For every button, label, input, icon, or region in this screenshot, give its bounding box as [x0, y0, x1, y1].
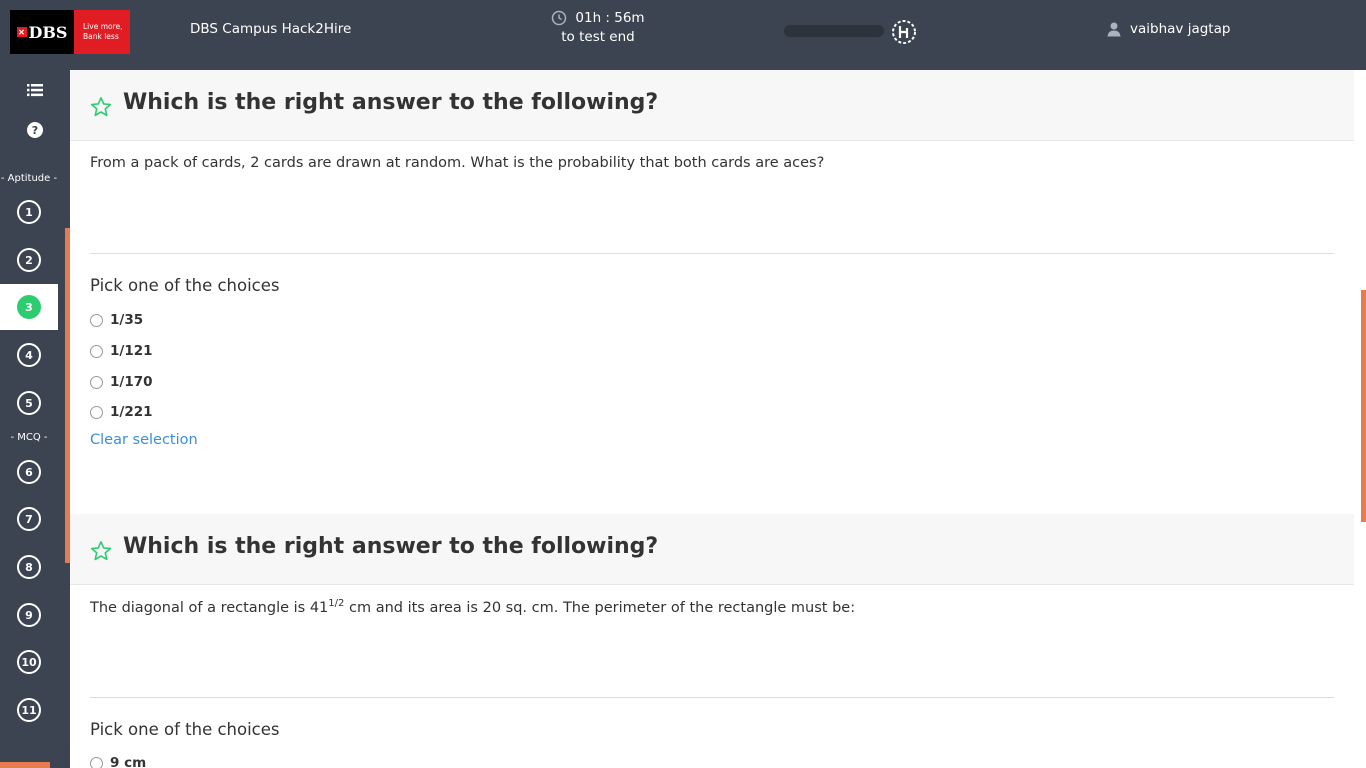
hackerearth-icon[interactable]: [891, 19, 917, 45]
question-nav-9[interactable]: 9: [0, 592, 58, 638]
logo-tagline-line-1: Live more,: [83, 22, 123, 31]
svg-text:?: ?: [32, 124, 38, 137]
choice-option[interactable]: 1/221: [90, 404, 153, 420]
question-header: Which is the right answer to the followi…: [70, 70, 1354, 141]
logo-mark: ✕ DBS: [10, 10, 74, 54]
question-nav-2[interactable]: 2: [0, 237, 58, 283]
bookmark-star-icon[interactable]: [90, 96, 112, 118]
clock-icon: [552, 10, 567, 26]
radio-button[interactable]: [90, 756, 103, 768]
test-timer: 01h : 56m to test end: [548, 10, 648, 45]
logo-tagline-line-2: Bank less: [83, 32, 119, 41]
choice-option[interactable]: 1/121: [90, 343, 153, 359]
question-text-rest: cm and its area is 20 sq. cm. The perime…: [344, 599, 856, 616]
question-nav-11[interactable]: 11: [0, 687, 58, 733]
question-text-superscript: 1/2: [328, 598, 345, 609]
question-header: Which is the right answer to the followi…: [70, 514, 1354, 585]
radio-button[interactable]: [90, 344, 103, 358]
choices-label: Pick one of the choices: [90, 276, 280, 295]
question-nav-7[interactable]: 7: [0, 496, 58, 542]
question-nav-6[interactable]: 6: [0, 449, 58, 495]
question-divider: [90, 697, 1334, 698]
list-icon[interactable]: [26, 81, 44, 99]
radio-button[interactable]: [90, 375, 103, 389]
user-menu[interactable]: vaibhav jagtap: [1106, 21, 1230, 37]
question-text: The diagonal of a rectangle is 411/2 cm …: [90, 598, 855, 616]
logo-text: DBS: [28, 22, 68, 42]
scrollbar-thumb[interactable]: [1361, 290, 1366, 522]
dbs-logo: ✕ DBS Live more, Bank less: [10, 10, 130, 54]
app-title: DBS Campus Hack2Hire: [190, 21, 352, 37]
radio-button[interactable]: [90, 313, 103, 327]
question-nav-4[interactable]: 4: [0, 332, 58, 378]
question-text-main: The diagonal of a rectangle is 41: [90, 599, 329, 616]
question-sidebar: ? - Aptitude - 1 2 3 4 5 - MCQ - 6 7 8 9…: [0, 70, 70, 768]
choice-label: 9 cm: [110, 755, 147, 768]
choice-label: 1/221: [110, 404, 153, 420]
question-nav-1[interactable]: 1: [0, 189, 58, 235]
timer-label: to test end: [561, 29, 635, 45]
choice-option[interactable]: 1/35: [90, 312, 143, 328]
question-nav-10[interactable]: 10: [0, 639, 58, 685]
choice-label: 1/121: [110, 343, 153, 359]
choice-label: 1/35: [110, 312, 144, 328]
question-nav-3[interactable]: 3: [0, 284, 58, 330]
question-divider: [90, 253, 1334, 254]
test-progress-bar: [784, 25, 884, 37]
sidebar-bottom-accent: [0, 762, 50, 768]
question-title: Which is the right answer to the followi…: [123, 90, 659, 115]
question-list: Which is the right answer to the followi…: [70, 70, 1354, 768]
timer-value: 01h : 56m: [575, 10, 645, 26]
section-label-aptitude: - Aptitude -: [0, 173, 58, 184]
section-label-mcq: - MCQ -: [10, 432, 48, 443]
user-name: vaibhav jagtap: [1130, 21, 1231, 37]
choice-option[interactable]: 9 cm: [90, 755, 146, 768]
choice-label: 1/170: [110, 374, 153, 390]
user-icon: [1107, 22, 1121, 37]
radio-button[interactable]: [90, 405, 103, 419]
question-nav-5[interactable]: 5: [0, 380, 58, 426]
logo-tagline: Live more, Bank less: [74, 10, 130, 54]
question-title: Which is the right answer to the followi…: [123, 534, 659, 559]
question-text: From a pack of cards, 2 cards are drawn …: [90, 155, 825, 171]
clear-selection-link[interactable]: Clear selection: [90, 432, 198, 448]
top-header: ✕ DBS Live more, Bank less DBS Campus Ha…: [0, 0, 1366, 70]
logo-x-icon: ✕: [16, 27, 27, 37]
help-icon[interactable]: ?: [26, 121, 44, 139]
choices-label: Pick one of the choices: [90, 720, 280, 739]
choice-option[interactable]: 1/170: [90, 374, 153, 390]
question-nav-8[interactable]: 8: [0, 544, 58, 590]
bookmark-star-icon[interactable]: [90, 540, 112, 562]
